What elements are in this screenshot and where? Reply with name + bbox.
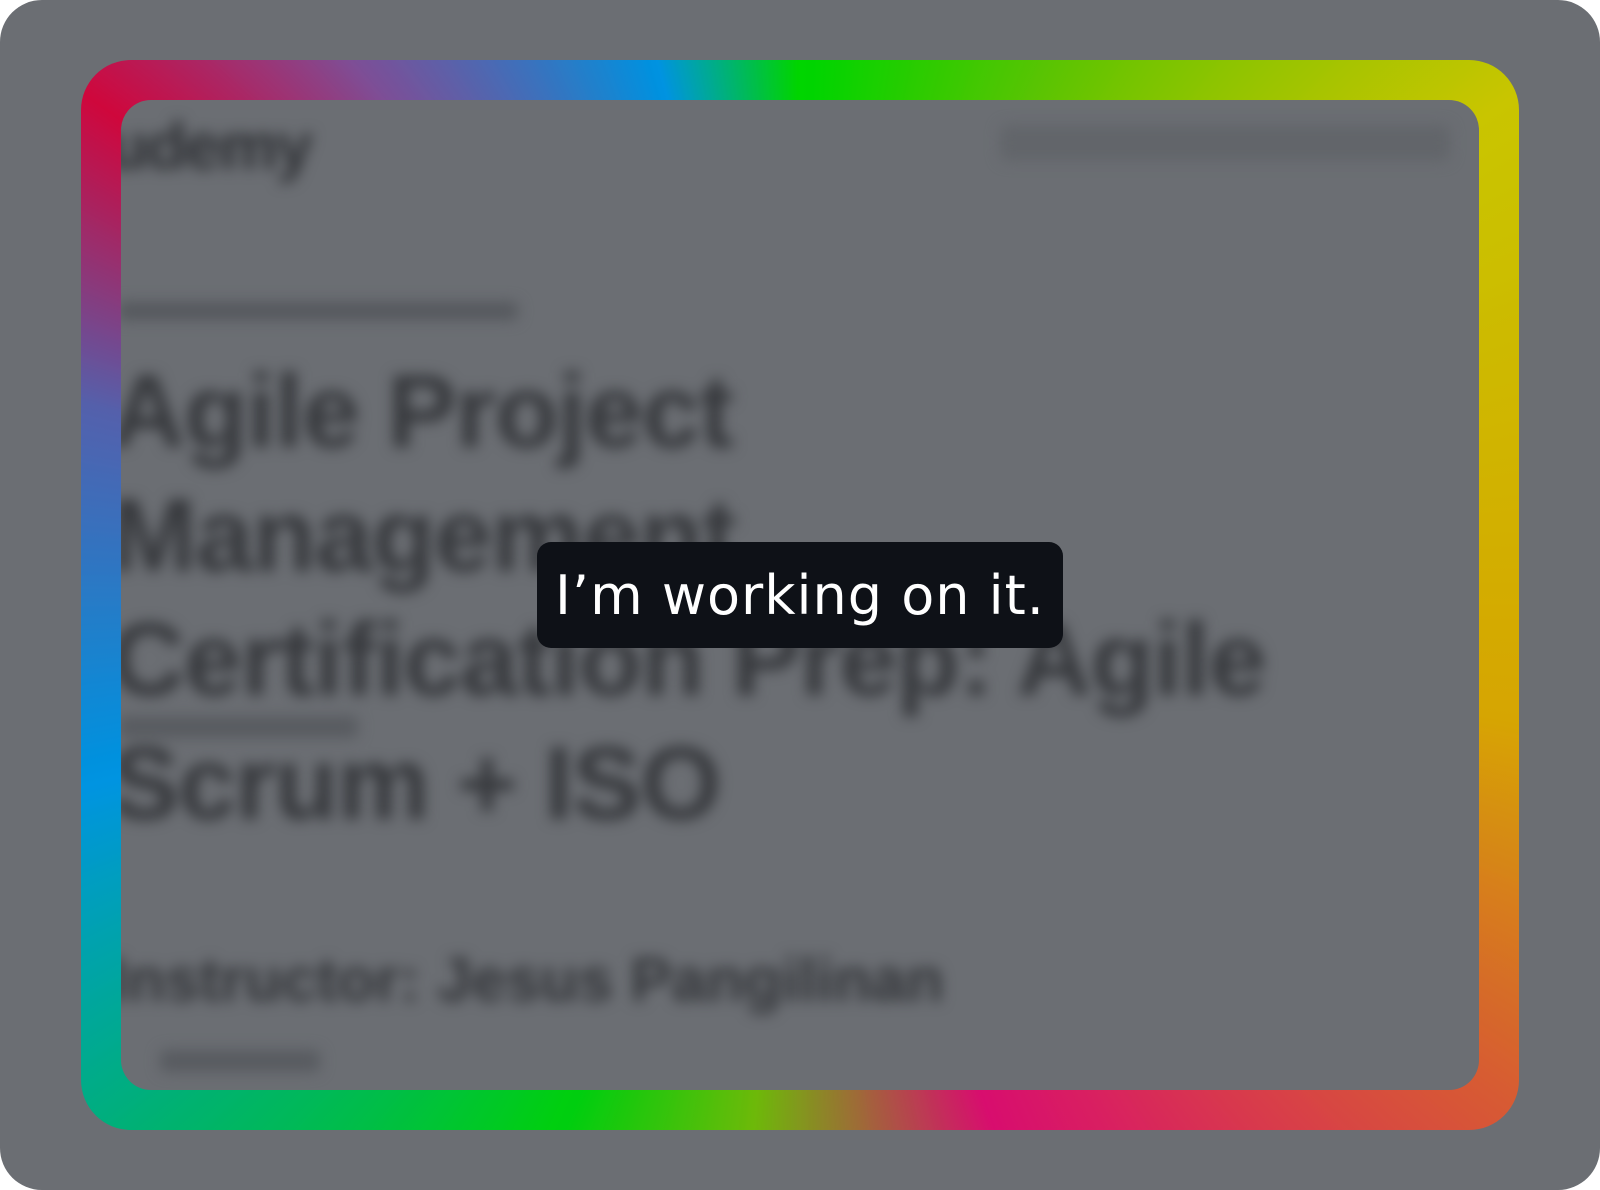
site-logo-inner: udemy [121, 109, 313, 183]
status-toast: I’m working on it. [537, 542, 1063, 648]
instructor-heading-inner: Instructor: Jesus Pangilinan [121, 946, 944, 1015]
agent-overlay-window: udemy Agile Project Management Certifica… [0, 0, 1600, 1190]
top-bar-placeholder-inner [1000, 125, 1450, 161]
status-message: I’m working on it. [555, 563, 1045, 627]
course-meta-inner [121, 716, 358, 738]
breadcrumb-inner [121, 302, 518, 320]
instructor-subtitle-inner [160, 1050, 320, 1072]
